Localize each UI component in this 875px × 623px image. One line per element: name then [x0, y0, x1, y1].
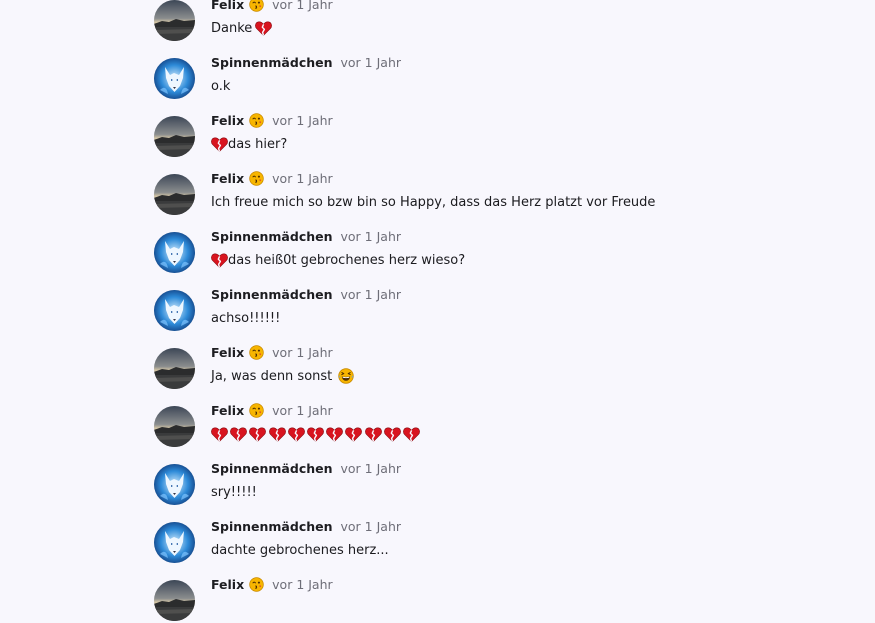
message-text: o.k [211, 77, 230, 95]
message-body: das hier? [228, 136, 288, 152]
winking-kiss-emoji [244, 576, 264, 592]
avatar[interactable] [154, 464, 195, 505]
message-body: sry!!!!! [211, 484, 257, 500]
message-header: Spinnenmädchen vor 1 Jahr [211, 228, 401, 244]
message-header: Felix vor 1 Jahr [211, 170, 333, 186]
broken-heart-icon [211, 136, 228, 152]
broken-heart-icon [364, 426, 382, 442]
username[interactable]: Spinnenmädchen [211, 461, 333, 476]
message-body: Ja, was denn sonst [211, 368, 333, 384]
timestamp: vor 1 Jahr [340, 286, 402, 302]
message-body: das heiß0t gebrochenes herz wieso? [228, 252, 466, 268]
username[interactable]: Felix [211, 345, 244, 360]
message-header: Felix vor 1 Jahr [211, 0, 333, 12]
timestamp: vor 1 Jahr [272, 170, 333, 186]
broken-heart-icon [255, 20, 273, 36]
message-header: Felix vor 1 Jahr [211, 112, 333, 128]
avatar[interactable] [154, 174, 195, 215]
message-body: dachte gebrochenes herz... [211, 542, 389, 558]
timestamp: vor 1 Jahr [272, 0, 333, 12]
winking-kiss-emoji [244, 0, 264, 12]
message-header: Spinnenmädchen vor 1 Jahr [211, 286, 401, 302]
broken-heart-icon [307, 426, 324, 442]
avatar[interactable] [154, 290, 195, 331]
avatar[interactable] [154, 406, 195, 447]
message-header: Spinnenmädchen vor 1 Jahr [211, 54, 401, 70]
message-header: Spinnenmädchen vor 1 Jahr [211, 518, 401, 534]
message-text: achso!!!!!! [211, 309, 280, 327]
timestamp: vor 1 Jahr [272, 576, 333, 592]
winking-kiss-emoji [244, 344, 264, 360]
message-body: achso!!!!!! [211, 310, 281, 326]
avatar[interactable] [154, 522, 195, 563]
username[interactable]: Spinnenmädchen [211, 287, 333, 302]
timestamp: vor 1 Jahr [272, 112, 333, 128]
broken-heart-icon [211, 252, 228, 268]
username[interactable]: Felix [211, 0, 244, 12]
username[interactable]: Felix [211, 403, 244, 418]
message-text: Ich freue mich so bzw bin so Happy, dass… [211, 193, 655, 211]
avatar[interactable] [154, 116, 195, 157]
username[interactable]: Felix [211, 113, 244, 128]
message-body: o.k [211, 78, 231, 94]
winking-kiss-emoji [244, 112, 264, 128]
winking-kiss-emoji [244, 402, 264, 418]
timestamp: vor 1 Jahr [272, 344, 333, 360]
message-header: Felix vor 1 Jahr [211, 576, 333, 592]
message-text: dachte gebrochenes herz... [211, 541, 389, 559]
timestamp: vor 1 Jahr [340, 518, 402, 534]
timestamp: vor 1 Jahr [340, 54, 402, 70]
username[interactable]: Spinnenmädchen [211, 229, 333, 244]
avatar[interactable] [154, 58, 195, 99]
avatar[interactable] [154, 580, 195, 621]
broken-heart-icon [211, 426, 228, 442]
username[interactable]: Felix [211, 171, 244, 186]
timestamp: vor 1 Jahr [340, 228, 402, 244]
avatar[interactable] [154, 0, 195, 41]
message-text: das hier? [211, 135, 287, 153]
username[interactable]: Felix [211, 577, 244, 592]
username[interactable]: Spinnenmädchen [211, 519, 333, 534]
broken-heart-icon [403, 426, 420, 442]
message-header: Felix vor 1 Jahr [211, 344, 333, 360]
broken-heart-icon [287, 426, 305, 442]
broken-heart-icon [249, 426, 267, 442]
avatar[interactable] [154, 232, 195, 273]
message-header: Felix vor 1 Jahr [211, 402, 333, 418]
timestamp: vor 1 Jahr [272, 402, 333, 418]
message-header: Spinnenmädchen vor 1 Jahr [211, 460, 401, 476]
message-text: sry!!!!! [211, 483, 257, 501]
message-body: Ich freue mich so bzw bin so Happy, dass… [211, 194, 656, 210]
avatar[interactable] [154, 348, 195, 389]
message-body: Danke [211, 20, 253, 36]
broken-heart-icon [230, 426, 248, 442]
message-text: das heiß0t gebrochenes herz wieso? [211, 251, 465, 269]
broken-heart-icon [383, 426, 401, 442]
username[interactable]: Spinnenmädchen [211, 55, 333, 70]
broken-heart-icon [268, 426, 286, 442]
winking-kiss-emoji [244, 170, 264, 186]
laughing-tears-emoji [335, 368, 354, 384]
timestamp: vor 1 Jahr [340, 460, 402, 476]
message-text: Danke [211, 19, 273, 37]
broken-heart-icon [326, 426, 343, 442]
message-text [211, 425, 422, 443]
message-text: Ja, was denn sonst [211, 367, 354, 385]
broken-heart-icon [345, 426, 363, 442]
